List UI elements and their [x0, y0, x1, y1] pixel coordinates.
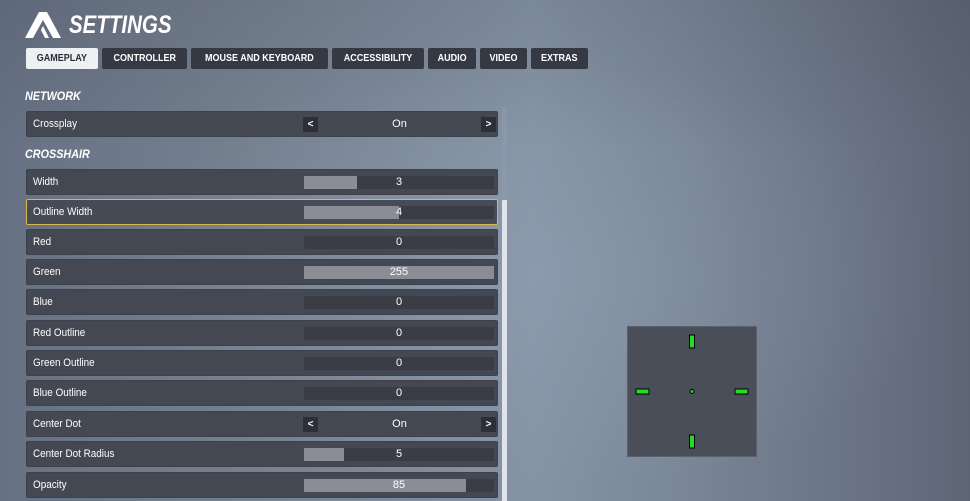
setting-value: On	[392, 118, 407, 130]
blue-outline-slider[interactable]: 0	[304, 387, 494, 400]
setting-label: Width	[33, 176, 59, 188]
slider-value: 5	[395, 448, 403, 460]
slider-value: 0	[395, 357, 403, 369]
setting-label: Blue	[33, 296, 53, 308]
setting-green[interactable]: Green 255	[26, 259, 498, 285]
tab-audio[interactable]: AUDIO	[428, 48, 477, 69]
slider-value: 3	[395, 176, 403, 188]
chevron-left-icon[interactable]: <	[303, 117, 318, 132]
setting-label: Opacity	[33, 479, 67, 491]
scrollbar-thumb[interactable]	[502, 200, 507, 501]
setting-crossplay[interactable]: Crossplay < On >	[26, 111, 498, 137]
setting-blue[interactable]: Blue 0	[26, 289, 498, 315]
setting-blue-outline[interactable]: Blue Outline 0	[26, 380, 498, 406]
setting-label: Center Dot Radius	[33, 448, 115, 460]
slider-value: 255	[389, 266, 409, 278]
setting-outline-width[interactable]: Outline Width 4	[26, 199, 498, 225]
setting-label: Outline Width	[33, 206, 93, 218]
tab-label: ACCESSIBILITY	[343, 53, 413, 64]
slider-value: 0	[395, 296, 403, 308]
tab-video[interactable]: VIDEO	[480, 48, 528, 69]
crosshair-line-right	[734, 388, 749, 395]
crosshair-line-left	[635, 388, 650, 395]
tab-label: MOUSE AND KEYBOARD	[205, 53, 314, 64]
setting-label: Center Dot	[33, 418, 81, 430]
game-logo-icon	[25, 12, 61, 38]
setting-label: Green Outline	[33, 357, 95, 369]
chevron-right-icon[interactable]: >	[481, 417, 496, 432]
green-slider[interactable]: 255	[304, 266, 494, 279]
page-title: SETTINGS	[69, 10, 172, 39]
tab-controller[interactable]: CONTROLLER	[101, 48, 188, 69]
opacity-slider[interactable]: 85	[304, 479, 494, 492]
chevron-left-icon[interactable]: <	[303, 417, 318, 432]
setting-center-dot[interactable]: Center Dot < On >	[26, 411, 498, 437]
tab-label: EXTRAS	[541, 53, 578, 64]
crosshair-preview	[627, 326, 757, 457]
tab-label: VIDEO	[489, 53, 518, 64]
setting-value: On	[392, 418, 407, 430]
slider-value: 85	[392, 479, 406, 491]
slider-value: 0	[395, 236, 403, 248]
setting-label: Crossplay	[33, 118, 78, 130]
setting-label: Blue Outline	[33, 387, 87, 399]
section-title-network: NETWORK	[25, 89, 81, 103]
slider-value: 0	[395, 327, 403, 339]
setting-red[interactable]: Red 0	[26, 229, 498, 255]
tab-label: GAMEPLAY	[36, 53, 87, 64]
tab-mouse-and-keyboard[interactable]: MOUSE AND KEYBOARD	[191, 48, 328, 69]
tab-bar: GAMEPLAY CONTROLLER MOUSE AND KEYBOARD A…	[26, 48, 589, 69]
crosshair-line-top	[689, 334, 695, 349]
setting-opacity[interactable]: Opacity 85	[26, 472, 498, 498]
red-slider[interactable]: 0	[304, 236, 494, 249]
outline-width-slider[interactable]: 4	[304, 206, 494, 219]
setting-center-dot-radius[interactable]: Center Dot Radius 5	[26, 441, 498, 467]
width-slider[interactable]: 3	[304, 176, 494, 189]
chevron-right-icon[interactable]: >	[481, 117, 496, 132]
slider-value: 4	[395, 206, 403, 218]
center-dot-radius-slider[interactable]: 5	[304, 448, 494, 461]
setting-red-outline[interactable]: Red Outline 0	[26, 320, 498, 346]
crosshair-line-bottom	[689, 434, 695, 449]
crosshair-preview-canvas	[635, 334, 749, 449]
setting-green-outline[interactable]: Green Outline 0	[26, 350, 498, 376]
setting-label: Red Outline	[33, 327, 86, 339]
green-outline-slider[interactable]: 0	[304, 357, 494, 370]
setting-width[interactable]: Width 3	[26, 169, 498, 195]
crosshair-center-dot	[689, 389, 695, 394]
tab-accessibility[interactable]: ACCESSIBILITY	[331, 48, 425, 69]
header: SETTINGS	[25, 10, 194, 40]
setting-label: Green	[33, 266, 61, 278]
section-title-crosshair: CROSSHAIR	[25, 147, 90, 161]
tab-label: CONTROLLER	[113, 53, 176, 64]
setting-label: Red	[33, 236, 52, 248]
blue-slider[interactable]: 0	[304, 296, 494, 309]
red-outline-slider[interactable]: 0	[304, 327, 494, 340]
tab-extras[interactable]: EXTRAS	[531, 48, 589, 69]
tab-gameplay[interactable]: GAMEPLAY	[26, 48, 98, 69]
tab-label: AUDIO	[437, 53, 467, 64]
slider-value: 0	[395, 387, 403, 399]
